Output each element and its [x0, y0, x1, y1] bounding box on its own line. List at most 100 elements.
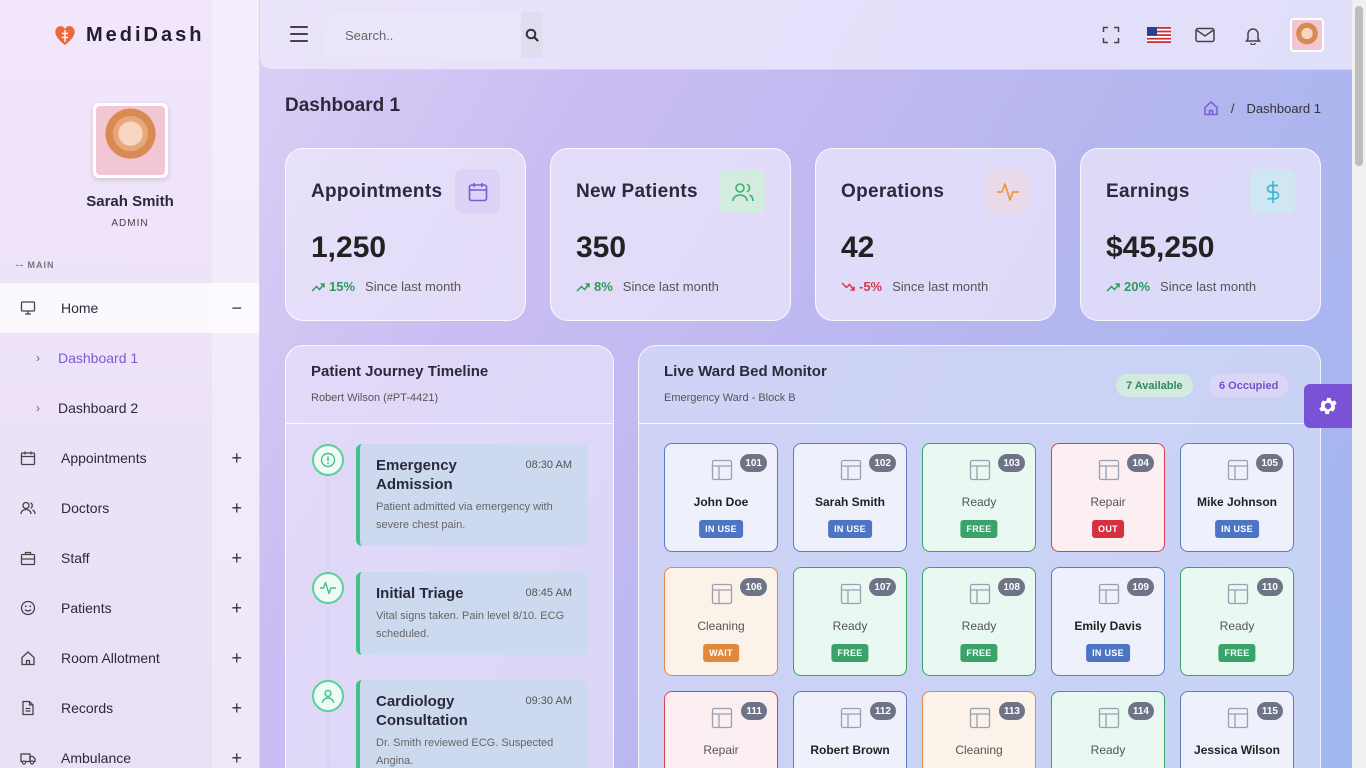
bed-card-108[interactable]: 108 Ready FREE	[922, 567, 1036, 676]
bed-card-106[interactable]: 106 Cleaning WAIT	[664, 567, 778, 676]
bed-card-111[interactable]: 111RepairOUT	[664, 691, 778, 768]
bed-card-109[interactable]: 109 Emily Davis IN USE	[1051, 567, 1165, 676]
bed-number: 108	[998, 578, 1025, 596]
expand-toggle[interactable]: +	[231, 498, 242, 519]
timeline-event[interactable]: Cardiology Consultation 09:30 AM Dr. Smi…	[356, 680, 588, 768]
search-box	[325, 12, 543, 58]
avatar	[1290, 18, 1324, 52]
scrollbar-thumb[interactable]	[1355, 6, 1363, 166]
expand-toggle[interactable]: +	[231, 748, 242, 768]
event-description: Vital signs taken. Pain level 8/10. ECG …	[376, 610, 565, 640]
page-scrollbar[interactable]	[1352, 0, 1366, 768]
search-button[interactable]	[521, 12, 543, 58]
menu-icon[interactable]	[290, 26, 308, 47]
stat-trend: 20% Since last month	[1106, 279, 1256, 294]
stat-since: Since last month	[622, 279, 719, 294]
expand-toggle[interactable]: +	[231, 548, 242, 569]
bed-card-112[interactable]: 112Robert BrownIN USE	[793, 691, 907, 768]
heart-logo-icon	[55, 26, 75, 45]
language-button[interactable]	[1142, 18, 1176, 52]
sidebar-item-records[interactable]: Records +	[0, 683, 259, 733]
timeline-line	[327, 476, 329, 768]
expand-toggle[interactable]: +	[231, 598, 242, 619]
home-icon	[21, 651, 35, 666]
sidebar-item-home[interactable]: Home −	[0, 283, 259, 333]
sidebar-item-doctors[interactable]: Doctors +	[0, 483, 259, 533]
bed-card-113[interactable]: 113CleaningWAIT	[922, 691, 1036, 768]
monitor-icon	[20, 301, 36, 315]
stat-card-new-patients[interactable]: New Patients 350 8% Since last month	[550, 148, 791, 321]
search-input[interactable]	[325, 12, 521, 58]
bed-occupant: Cleaning	[697, 619, 745, 633]
breadcrumb: / Dashboard 1	[1203, 100, 1321, 116]
sidebar-item-patients[interactable]: Patients +	[0, 583, 259, 633]
bed-layout-icon	[711, 707, 733, 729]
stat-since: Since last month	[365, 279, 462, 294]
timeline-event[interactable]: Emergency Admission 08:30 AM Patient adm…	[356, 444, 588, 546]
available-badge: 7 Available	[1116, 374, 1193, 397]
timeline-event[interactable]: Initial Triage 08:45 AM Vital signs take…	[356, 572, 588, 655]
bed-occupant: Jessica Wilson	[1194, 743, 1280, 757]
event-title: Cardiology Consultation	[376, 693, 468, 729]
bed-card-101[interactable]: 101 John Doe IN USE	[664, 443, 778, 552]
trending-up-icon	[576, 282, 590, 292]
chevron-right-icon: ›	[36, 401, 40, 415]
fullscreen-button[interactable]	[1094, 18, 1128, 52]
sidebar-item-ambulance[interactable]: Ambulance +	[0, 733, 259, 768]
bed-occupant: Ready	[1219, 619, 1255, 633]
bed-card-105[interactable]: 105 Mike Johnson IN USE	[1180, 443, 1294, 552]
sidebar-nav: Home − › Dashboard 1 › Dashboard 2 Appoi…	[0, 283, 259, 768]
profile-name: Sarah Smith	[86, 193, 174, 210]
breadcrumb-separator: /	[1230, 100, 1235, 116]
home-icon[interactable]	[1203, 100, 1219, 116]
expand-toggle[interactable]: +	[231, 648, 242, 669]
bed-layout-icon	[1227, 459, 1249, 481]
stat-card-appointments[interactable]: Appointments 1,250 15% Since last month	[285, 148, 526, 321]
sidebar-item-appointments[interactable]: Appointments +	[0, 433, 259, 483]
us-flag-icon	[1147, 27, 1171, 43]
sidebar-subitem-dashboard-1[interactable]: › Dashboard 1	[0, 333, 259, 383]
bed-status-badge: OUT	[1092, 520, 1124, 538]
bed-number: 113	[998, 702, 1025, 720]
stat-change: 20%	[1124, 279, 1151, 294]
bed-card-115[interactable]: 115Jessica WilsonIN USE	[1180, 691, 1294, 768]
sidebar-item-label: Records	[61, 700, 114, 716]
bed-layout-icon	[1227, 583, 1249, 605]
bed-number: 111	[741, 702, 767, 720]
bed-layout-icon	[711, 583, 733, 605]
sidebar-subitem-label: Dashboard 1	[58, 350, 139, 366]
sidebar-item-label: Staff	[61, 550, 90, 566]
user-menu-button[interactable]	[1290, 18, 1324, 52]
profile-avatar[interactable]	[93, 103, 168, 178]
bed-card-103[interactable]: 103 Ready FREE	[922, 443, 1036, 552]
stat-card-earnings[interactable]: Earnings $45,250 20% Since last month	[1080, 148, 1321, 321]
settings-button[interactable]	[1304, 384, 1352, 428]
collapse-toggle[interactable]: −	[231, 298, 242, 319]
event-description: Patient admitted via emergency with seve…	[376, 501, 553, 531]
sidebar-item-room-allotment[interactable]: Room Allotment +	[0, 633, 259, 683]
bed-card-110[interactable]: 110 Ready FREE	[1180, 567, 1294, 676]
card-title: Patient Journey Timeline	[311, 363, 489, 380]
brand[interactable]: MediDash	[52, 22, 204, 48]
bed-occupant: Repair	[1090, 495, 1126, 509]
bed-card-102[interactable]: 102 Sarah Smith IN USE	[793, 443, 907, 552]
notifications-button[interactable]	[1236, 18, 1270, 52]
bed-card-104[interactable]: 104 Repair OUT	[1051, 443, 1165, 552]
expand-toggle[interactable]: +	[231, 448, 242, 469]
stat-card-operations[interactable]: Operations 42 -5% Since last month	[815, 148, 1056, 321]
sidebar-subitem-dashboard-2[interactable]: › Dashboard 2	[0, 383, 259, 433]
expand-toggle[interactable]: +	[231, 698, 242, 719]
bed-number: 103	[998, 454, 1025, 472]
bed-card-114[interactable]: 114ReadyFREE	[1051, 691, 1165, 768]
bed-layout-icon	[1098, 707, 1120, 729]
bed-occupant: Robert Brown	[810, 743, 890, 757]
bed-number: 110	[1256, 578, 1283, 596]
bell-icon	[1245, 28, 1261, 45]
event-time: 09:30 AM	[525, 695, 572, 707]
bed-occupant: Ready	[1090, 743, 1126, 757]
calendar-icon	[468, 182, 487, 201]
bed-card-107[interactable]: 107 Ready FREE	[793, 567, 907, 676]
bed-layout-icon	[840, 459, 862, 481]
messages-button[interactable]	[1188, 18, 1222, 52]
sidebar-item-staff[interactable]: Staff +	[0, 533, 259, 583]
